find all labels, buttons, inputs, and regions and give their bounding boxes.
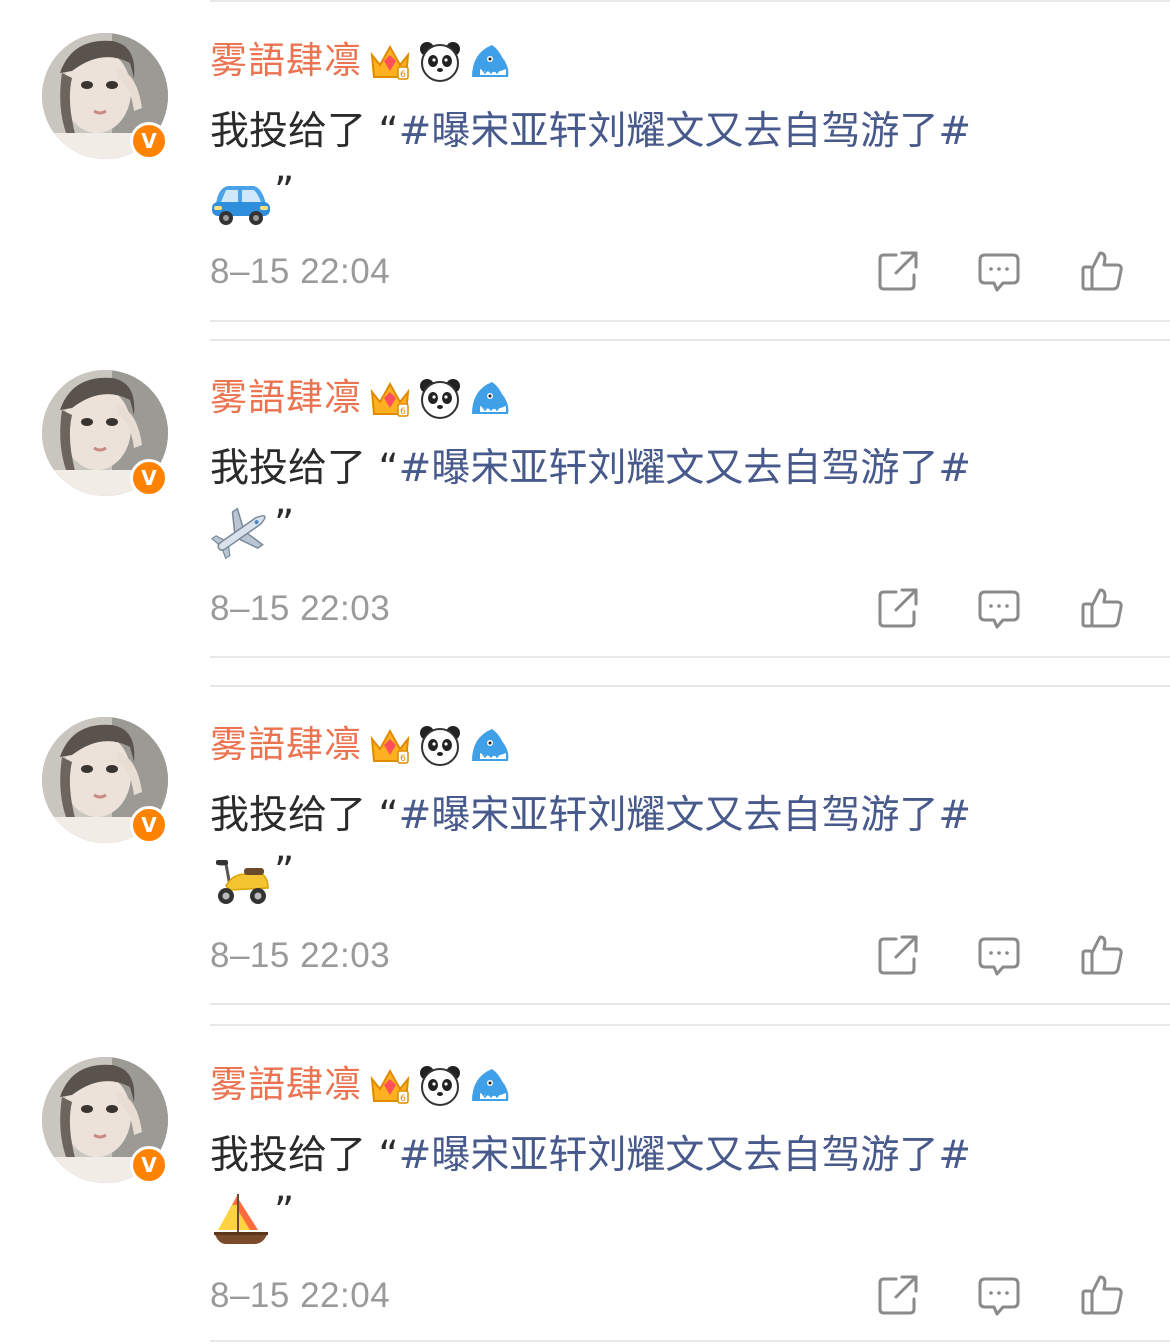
svg-text:6: 6 (400, 754, 406, 764)
share-icon[interactable] (876, 249, 920, 293)
timestamp: 8–15 22:04 (210, 1276, 391, 1315)
shark-badge-icon[interactable] (468, 1063, 512, 1107)
open-quote: “ (378, 1133, 399, 1178)
shark-badge-icon[interactable] (468, 376, 512, 420)
comment-icon[interactable] (977, 933, 1021, 977)
open-quote: “ (378, 793, 399, 838)
topic-link[interactable]: #曝宋亚轩刘耀文又去自驾游了# (399, 109, 971, 154)
comment-icon[interactable] (977, 586, 1021, 630)
timestamp: 8–15 22:03 (210, 936, 391, 975)
close-quote: ” (274, 502, 295, 547)
comment-text: 我投给了 (210, 446, 367, 491)
crown-badge-icon[interactable]: 6 (368, 1063, 412, 1107)
open-quote: “ (378, 109, 399, 154)
close-quote: ” (274, 849, 295, 894)
username[interactable]: 雾語肆凛 (210, 36, 362, 86)
sailboat-emoji (210, 1192, 272, 1248)
crown-badge-icon[interactable]: 6 (368, 723, 412, 767)
shark-badge-icon[interactable] (468, 723, 512, 767)
panda-badge-icon[interactable] (418, 39, 462, 83)
comment-text: 我投给了 (210, 1133, 367, 1178)
verified-badge-icon: V (130, 806, 168, 844)
panda-badge-icon[interactable] (418, 1063, 462, 1107)
username[interactable]: 雾語肆凛 (210, 373, 362, 423)
like-icon[interactable] (1080, 586, 1124, 630)
post-divider (210, 1024, 1170, 1026)
topic-link[interactable]: #曝宋亚轩刘耀文又去自驾游了# (399, 1133, 971, 1178)
share-icon[interactable] (876, 933, 920, 977)
airplane-emoji (210, 505, 272, 561)
svg-text:6: 6 (400, 1094, 406, 1104)
verified-badge-icon: V (130, 1146, 168, 1184)
comment-icon[interactable] (977, 1273, 1021, 1317)
post-divider (210, 320, 1170, 322)
timestamp: 8–15 22:04 (210, 252, 391, 291)
crown-badge-icon[interactable]: 6 (368, 39, 412, 83)
like-icon[interactable] (1080, 249, 1124, 293)
share-icon[interactable] (876, 586, 920, 630)
close-quote: ” (274, 169, 295, 214)
top-divider (210, 0, 1170, 2)
open-quote: “ (378, 446, 399, 491)
post-divider (210, 339, 1170, 341)
share-icon[interactable] (876, 1273, 920, 1317)
comment-text: 我投给了 (210, 793, 367, 838)
verified-badge-icon: V (130, 122, 168, 160)
timestamp: 8–15 22:03 (210, 589, 391, 628)
post-divider (210, 1003, 1170, 1005)
like-icon[interactable] (1080, 1273, 1124, 1317)
car-emoji (210, 172, 272, 228)
svg-text:6: 6 (400, 70, 406, 80)
shark-badge-icon[interactable] (468, 39, 512, 83)
post-divider (210, 685, 1170, 687)
like-icon[interactable] (1080, 933, 1124, 977)
svg-text:6: 6 (400, 407, 406, 417)
verified-badge-icon: V (130, 459, 168, 497)
close-quote: ” (274, 1189, 295, 1234)
panda-badge-icon[interactable] (418, 376, 462, 420)
comment-icon[interactable] (977, 249, 1021, 293)
username[interactable]: 雾語肆凛 (210, 720, 362, 770)
topic-link[interactable]: #曝宋亚轩刘耀文又去自驾游了# (399, 446, 971, 491)
post-divider (210, 656, 1170, 658)
username[interactable]: 雾語肆凛 (210, 1060, 362, 1110)
crown-badge-icon[interactable]: 6 (368, 376, 412, 420)
scooter-emoji (210, 852, 272, 908)
comment-text: 我投给了 (210, 109, 367, 154)
post-divider (210, 1340, 1170, 1342)
topic-link[interactable]: #曝宋亚轩刘耀文又去自驾游了# (399, 793, 971, 838)
panda-badge-icon[interactable] (418, 723, 462, 767)
